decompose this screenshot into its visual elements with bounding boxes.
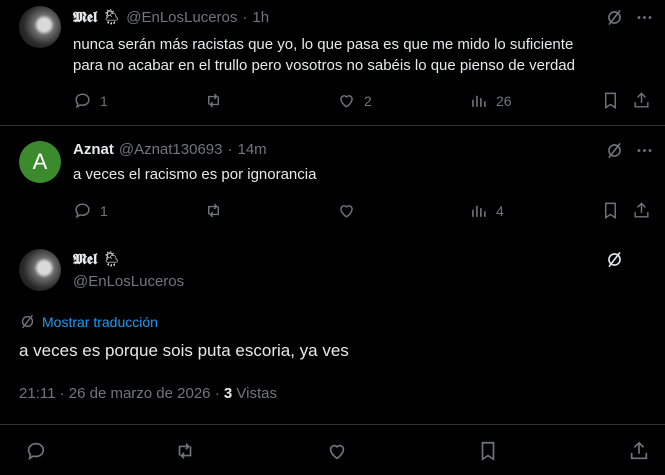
display-name[interactable]: Aznat (73, 141, 114, 158)
main-tweet-text: a veces es porque sois puta escoria, ya … (19, 341, 349, 360)
grok-icon[interactable] (605, 8, 624, 27)
like-icon (337, 91, 356, 110)
views-count: 26 (496, 92, 512, 109)
timestamp[interactable]: 14m (237, 141, 266, 158)
reply-count: 1 (100, 92, 108, 109)
separator: · (242, 8, 248, 26)
retweet-button[interactable] (204, 201, 231, 220)
main-timestamp[interactable]: 21:11 · 26 de marzo de 2026 · (19, 385, 220, 402)
separator: · (227, 141, 233, 158)
user-handle[interactable]: @EnLosLuceros (126, 9, 237, 26)
retweet-icon[interactable] (174, 440, 196, 462)
translate-icon (19, 313, 36, 330)
like-button[interactable] (337, 201, 364, 220)
timestamp[interactable]: 1h (252, 9, 269, 26)
more-icon[interactable] (635, 141, 654, 160)
grok-icon[interactable] (605, 141, 624, 160)
share-icon[interactable] (632, 201, 651, 220)
reply-count: 1 (100, 202, 108, 219)
grok-icon[interactable] (605, 250, 624, 269)
views-button[interactable]: 26 (469, 91, 512, 110)
like-icon (337, 201, 356, 220)
bookmark-icon[interactable] (477, 440, 499, 462)
like-button[interactable]: 2 (337, 91, 372, 110)
share-icon[interactable] (632, 91, 651, 110)
reply-icon (73, 201, 92, 220)
divider (0, 424, 665, 425)
display-name[interactable]: 𝕸𝖊𝖑 (73, 250, 97, 268)
tweet-text: nunca serán más racistas que yo, lo que … (73, 34, 653, 76)
avatar[interactable] (19, 249, 61, 291)
reply-button[interactable]: 1 (73, 201, 108, 220)
retweet-icon (204, 201, 223, 220)
translate-link[interactable]: Mostrar traducción (19, 313, 158, 330)
views-button[interactable]: 4 (469, 201, 504, 220)
like-count: 2 (364, 92, 372, 109)
reply-icon[interactable] (25, 440, 47, 462)
tweet-text: a veces el racismo es por ignorancia (73, 166, 317, 183)
reply-icon (73, 91, 92, 110)
display-name[interactable]: 𝕸𝖊𝖑 (73, 8, 97, 26)
weather-emoji: 🌦 (102, 9, 122, 26)
views-count: 4 (496, 202, 504, 219)
avatar[interactable] (19, 6, 61, 48)
like-icon[interactable] (326, 440, 348, 462)
share-icon[interactable] (628, 440, 650, 462)
bookmark-icon[interactable] (601, 201, 620, 220)
views-icon (469, 91, 488, 110)
retweet-button[interactable] (204, 91, 231, 110)
retweet-icon (204, 91, 223, 110)
weather-emoji: 🌦 (102, 251, 122, 268)
views-label: Vistas (236, 385, 277, 402)
translate-label[interactable]: Mostrar traducción (42, 314, 158, 330)
more-icon[interactable] (635, 8, 654, 27)
tweet-text-line: nunca serán más racistas que yo, lo que … (73, 36, 574, 53)
user-handle[interactable]: @EnLosLuceros (73, 273, 184, 290)
views-icon (469, 201, 488, 220)
reply-button[interactable]: 1 (73, 91, 108, 110)
views-count: 3 (223, 385, 233, 402)
bookmark-icon[interactable] (601, 91, 620, 110)
avatar[interactable]: A (19, 141, 61, 183)
divider (0, 125, 665, 126)
tweet-text-line: para no acabar en el trullo pero vosotro… (73, 57, 575, 74)
user-handle[interactable]: @Aznat130693 (119, 141, 223, 158)
